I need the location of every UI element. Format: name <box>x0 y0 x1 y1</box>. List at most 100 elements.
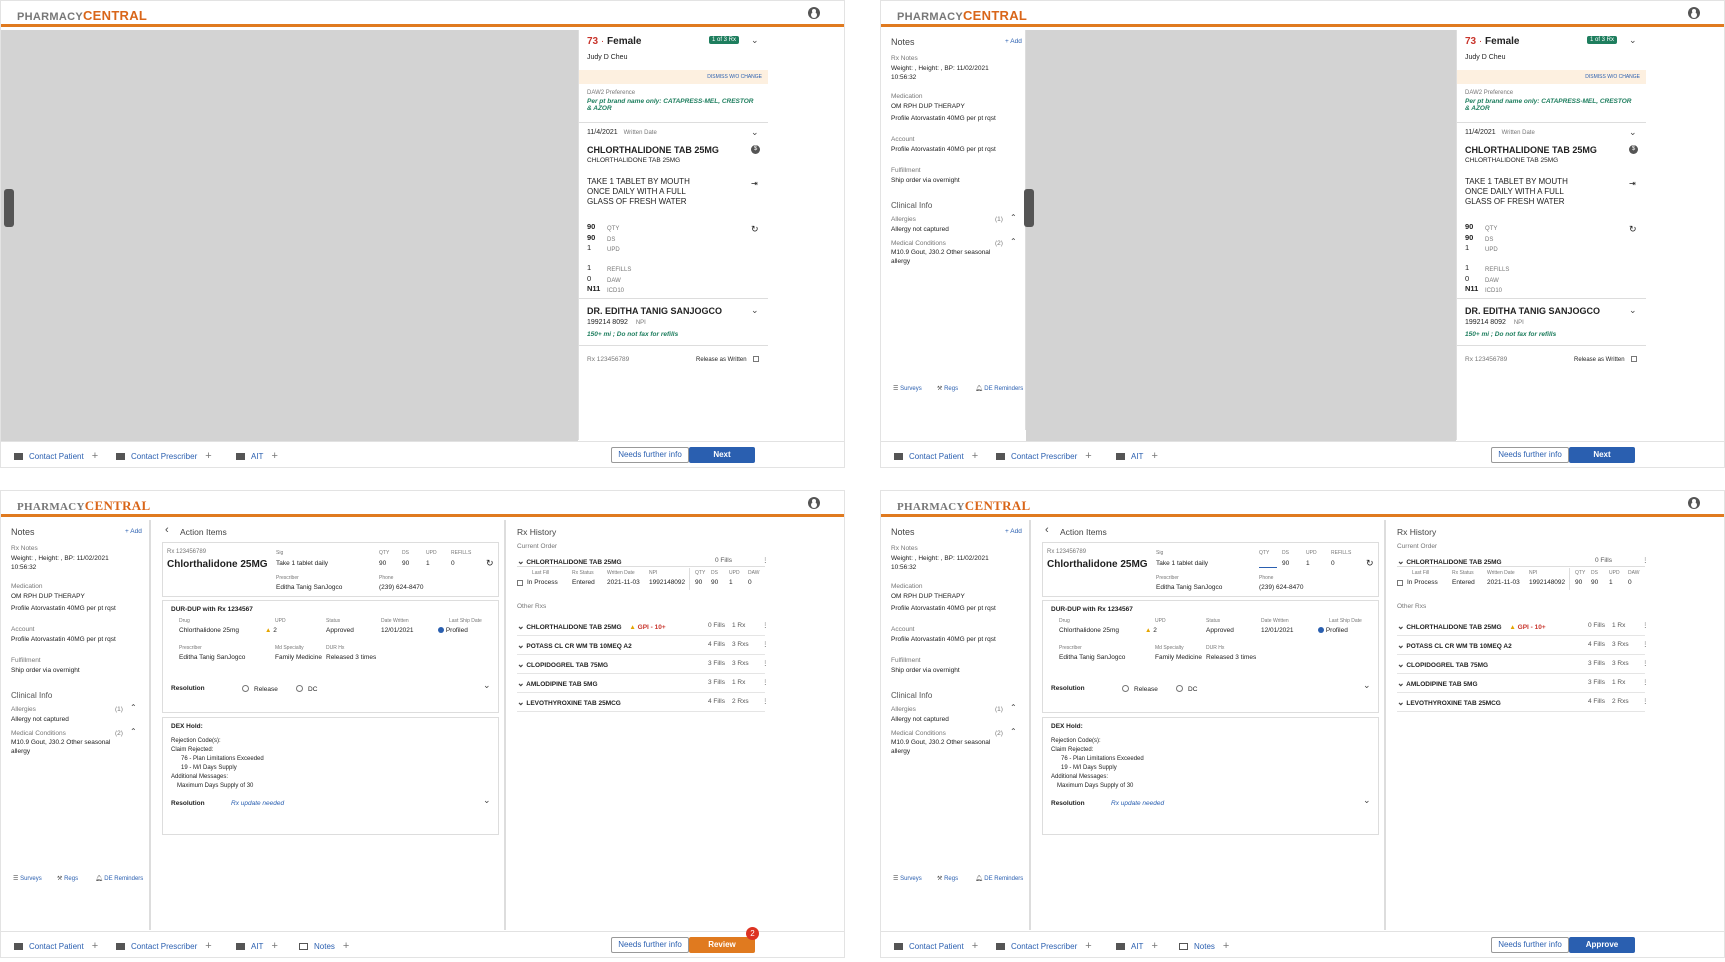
refresh-icon[interactable]: ↻ <box>1366 558 1374 569</box>
release-radio[interactable]: Release <box>242 685 278 693</box>
release-as-written-checkbox[interactable] <box>753 356 759 362</box>
rx-history-item[interactable]: ⌄ AMLODIPINE TAB 5MG 3 Fills 1 Rx ⋮ <box>517 674 769 693</box>
de-reminders-link[interactable]: 🔔︎ DE Reminders <box>975 875 1023 882</box>
chevron-down-icon[interactable]: ⌄ <box>1397 621 1405 631</box>
chevron-up-icon[interactable]: ⌃ <box>1010 213 1017 222</box>
rx-history-item[interactable]: ⌄ CHLORTHALIDONE TAB 25MG ▲ GPI - 10+ 0 F… <box>1397 617 1649 636</box>
contact-prescriber-button[interactable]: Contact Prescriber + <box>996 450 1092 462</box>
rx-history-item[interactable]: ⌄ POTASS CL CR WM TB 10MEQ A2 4 Fills 3 Rx… <box>517 636 769 655</box>
chevron-down-icon[interactable]: ⌄ <box>751 35 759 46</box>
rx-history-item[interactable]: ⌄ AMLODIPINE TAB 5MG 3 Fills 1 Rx ⋮ <box>1397 674 1649 693</box>
rx-history-item[interactable]: ⌄ LEVOTHYROXINE TAB 25MCG 4 Fills 2 Rxs ⋮ <box>1397 693 1649 712</box>
dc-radio[interactable]: DC <box>1176 685 1197 693</box>
dismiss-link[interactable]: DISMISS W/O CHANGE <box>1585 74 1640 80</box>
notes-button[interactable]: Notes + <box>299 940 349 952</box>
chevron-down-icon[interactable]: ⌄ <box>1397 697 1405 707</box>
back-arrow-icon[interactable]: ‹ <box>165 524 169 536</box>
chevron-down-icon[interactable]: ⌄ <box>1629 127 1637 138</box>
release-as-written-checkbox[interactable] <box>1631 356 1637 362</box>
more-icon[interactable]: ⋮ <box>762 697 769 705</box>
send-icon[interactable]: ⇥ <box>1629 179 1636 188</box>
row-checkbox[interactable] <box>1397 580 1403 586</box>
chevron-down-icon[interactable]: ⌄ <box>517 678 525 688</box>
more-icon[interactable]: ⋮ <box>1642 621 1649 629</box>
regs-link[interactable]: ⚒ Regs <box>57 875 78 882</box>
add-note-button[interactable]: + Add <box>1005 528 1022 535</box>
panel-drag-handle[interactable] <box>4 189 14 227</box>
next-button[interactable]: Next <box>689 447 755 463</box>
chevron-down-icon[interactable]: ⌄ <box>517 659 525 669</box>
needs-further-info-button[interactable]: Needs further info <box>1491 937 1569 953</box>
regs-link[interactable]: ⚒ Regs <box>937 875 958 882</box>
more-icon[interactable]: ⋮ <box>1642 697 1649 705</box>
more-icon[interactable]: ⋮ <box>1642 640 1649 648</box>
dismiss-link[interactable]: DISMISS W/O CHANGE <box>707 74 762 80</box>
chevron-down-icon[interactable]: ⌄ <box>1363 680 1371 691</box>
rx-history-item[interactable]: ⌄ CLOPIDOGREL TAB 75MG 3 Fills 3 Rxs ⋮ <box>517 655 769 674</box>
contact-prescriber-button[interactable]: Contact Prescriber + <box>996 940 1092 952</box>
surveys-link[interactable]: ☰ Surveys <box>893 875 922 882</box>
surveys-link[interactable]: ☰ Surveys <box>13 875 42 882</box>
chevron-down-icon[interactable]: ⌄ <box>1363 795 1371 806</box>
dollar-icon[interactable]: $ <box>1629 145 1638 154</box>
chevron-down-icon[interactable]: ⌄ <box>483 795 491 806</box>
chevron-down-icon[interactable]: ⌄ <box>1629 35 1637 46</box>
chevron-down-icon[interactable]: ⌄ <box>517 621 525 631</box>
release-radio[interactable]: Release <box>1122 685 1158 693</box>
rx-history-item[interactable]: ⌄ CHLORTHALIDONE TAB 25MG ▲ GPI - 10+ 0 F… <box>517 617 769 636</box>
notes-button[interactable]: Notes + <box>1179 940 1229 952</box>
surveys-link[interactable]: ☰ Surveys <box>893 385 922 392</box>
contact-prescriber-button[interactable]: Contact Prescriber + <box>116 940 212 952</box>
ait-button[interactable]: AIT + <box>1116 450 1158 462</box>
more-icon[interactable]: ⋮ <box>762 659 769 667</box>
refresh-icon[interactable]: ↻ <box>486 558 494 569</box>
chevron-down-icon[interactable]: ⌄ <box>1397 659 1405 669</box>
de-reminders-link[interactable]: 🔔︎ DE Reminders <box>975 385 1023 392</box>
more-icon[interactable]: ⋮ <box>762 621 769 629</box>
add-note-button[interactable]: + Add <box>125 528 142 535</box>
needs-further-info-button[interactable]: Needs further info <box>1491 447 1569 463</box>
rx-history-item[interactable]: ⌄ CLOPIDOGREL TAB 75MG 3 Fills 3 Rxs ⋮ <box>1397 655 1649 674</box>
more-icon[interactable]: ⋮ <box>762 640 769 648</box>
contact-patient-button[interactable]: Contact Patient + <box>14 450 98 462</box>
chevron-up-icon[interactable]: ⌃ <box>130 727 137 736</box>
panel-drag-handle[interactable] <box>1024 189 1034 227</box>
qty-input[interactable]: 90 <box>1259 560 1277 568</box>
user-icon[interactable] <box>808 7 820 19</box>
rx-history-item[interactable]: ⌄ LEVOTHYROXINE TAB 25MCG 4 Fills 2 Rxs ⋮ <box>517 693 769 712</box>
chevron-down-icon[interactable]: ⌄ <box>483 680 491 691</box>
chevron-down-icon[interactable]: ⌄ <box>1397 640 1405 650</box>
contact-patient-button[interactable]: Contact Patient + <box>894 450 978 462</box>
chevron-down-icon[interactable]: ⌄ <box>1397 678 1405 688</box>
chevron-down-icon[interactable]: ⌄ <box>1629 305 1637 316</box>
info-icon[interactable] <box>438 627 444 633</box>
chevron-up-icon[interactable]: ⌃ <box>1010 237 1017 246</box>
contact-prescriber-button[interactable]: Contact Prescriber + <box>116 450 212 462</box>
approve-button[interactable]: Approve <box>1569 937 1635 953</box>
qty-input[interactable]: 90 <box>379 560 386 567</box>
chevron-up-icon[interactable]: ⌃ <box>1010 727 1017 736</box>
contact-patient-button[interactable]: Contact Patient + <box>14 940 98 952</box>
needs-further-info-button[interactable]: Needs further info <box>611 937 689 953</box>
review-button[interactable]: Review <box>689 937 755 953</box>
info-icon[interactable] <box>1318 627 1324 633</box>
contact-patient-button[interactable]: Contact Patient + <box>894 940 978 952</box>
add-note-button[interactable]: + Add <box>1005 38 1022 45</box>
de-reminders-link[interactable]: 🔔︎ DE Reminders <box>95 875 143 882</box>
chevron-down-icon[interactable]: ⌄ <box>517 640 525 650</box>
row-checkbox[interactable] <box>517 580 523 586</box>
send-icon[interactable]: ⇥ <box>751 179 758 188</box>
chevron-up-icon[interactable]: ⌃ <box>130 703 137 712</box>
chevron-down-icon[interactable]: ⌄ <box>751 305 759 316</box>
dc-radio[interactable]: DC <box>296 685 317 693</box>
rx-history-item[interactable]: ⌄ POTASS CL CR WM TB 10MEQ A2 4 Fills 3 Rx… <box>1397 636 1649 655</box>
dollar-icon[interactable]: $ <box>751 145 760 154</box>
ait-button[interactable]: AIT + <box>1116 940 1158 952</box>
back-arrow-icon[interactable]: ‹ <box>1045 524 1049 536</box>
refresh-icon[interactable]: ↻ <box>751 224 759 235</box>
chevron-down-icon[interactable]: ⌄ <box>517 697 525 707</box>
chevron-down-icon[interactable]: ⌄ <box>751 127 759 138</box>
next-button[interactable]: Next <box>1569 447 1635 463</box>
user-icon[interactable] <box>1688 7 1700 19</box>
user-icon[interactable] <box>808 497 820 509</box>
